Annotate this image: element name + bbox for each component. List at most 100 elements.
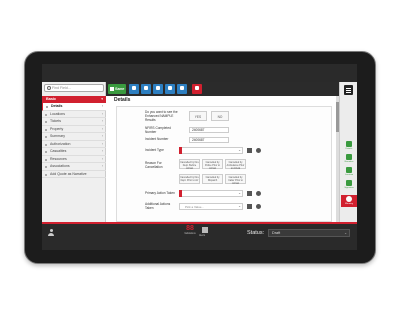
camera-button[interactable]	[177, 84, 187, 94]
chevron-right-icon: ›	[101, 119, 103, 123]
document-icon[interactable]	[344, 85, 353, 95]
rail-item-warning[interactable]: Warning	[341, 195, 357, 207]
reason-option[interactable]: Cancelled by Fire Dept. Before Arrival	[179, 159, 200, 170]
chevron-right-icon: ›	[101, 111, 103, 116]
clear-icon[interactable]	[256, 191, 261, 196]
reason-option[interactable]: Cancelled by Fire Dept. Prior to Arr	[179, 174, 200, 184]
nfirs-field[interactable]: 2400687	[189, 127, 229, 133]
sidebar-item-label: Casualties	[50, 149, 67, 153]
chevron-right-icon: ›	[101, 134, 103, 138]
form-icon	[346, 180, 352, 186]
upload-icon	[156, 86, 160, 90]
toolbar: Save	[106, 82, 339, 96]
details-panel: Details Do you want to see the Enhanced …	[108, 96, 336, 222]
upload-button[interactable]	[153, 84, 163, 94]
status-icon	[45, 166, 47, 168]
validation-count: 88	[186, 225, 194, 232]
search-input[interactable]: Find Field...	[44, 84, 104, 92]
chevron-down-icon: ⌄	[238, 204, 241, 208]
sidebar-item-label: Authorization	[50, 141, 71, 146]
sidebar-item-details[interactable]: Details ›	[42, 103, 106, 111]
chevron-down-icon: ⌄	[344, 231, 347, 235]
status-icon	[45, 151, 47, 153]
details-form: Do you want to see the Enhanced NAMPLE R…	[116, 106, 332, 222]
rail-item-label: Warning	[344, 203, 354, 205]
required-marker	[179, 147, 182, 154]
rail-item-location[interactable]: Location	[341, 166, 357, 178]
no-button[interactable]: NO	[211, 111, 229, 121]
chevron-right-icon: ›	[101, 104, 103, 108]
clear-icon[interactable]	[256, 204, 261, 209]
status-icon	[45, 113, 47, 116]
sidebar-item-locations[interactable]: Locations ›	[42, 111, 106, 118]
status-icon	[45, 121, 47, 123]
close-button[interactable]	[192, 84, 202, 94]
grid-icon[interactable]	[247, 204, 252, 209]
incident-type-label: Incident Type	[145, 148, 164, 152]
right-rail: Details Narrative Location Signature War…	[339, 82, 357, 222]
copy-icon	[132, 86, 136, 90]
alerts-icon[interactable]	[202, 227, 208, 233]
primary-action-select[interactable]: ⌄	[179, 190, 243, 197]
sidebar-item-casualties[interactable]: Casualties ›	[42, 148, 106, 156]
close-icon	[195, 86, 199, 90]
grid-icon[interactable]	[247, 148, 252, 153]
lock-button[interactable]	[141, 84, 151, 94]
sidebar-item-label: Summary	[50, 134, 65, 138]
reason-option[interactable]: Cancelled by Ambulance Prior to Arrival	[225, 159, 246, 170]
validation-counter[interactable]: 88 Validations	[183, 225, 197, 235]
print-icon	[168, 86, 172, 90]
reason-option[interactable]: Cancelled by Caller Prior to Arrival	[225, 174, 246, 185]
status-icon	[45, 158, 47, 161]
rail-item-narrative[interactable]: Narrative	[341, 153, 357, 165]
sidebar-item-resources[interactable]: Resources ›	[42, 156, 106, 163]
copy-button[interactable]	[129, 84, 139, 94]
sidebar-item-label: Tickets	[50, 119, 61, 123]
incident-type-select[interactable]: ⌄	[179, 147, 243, 154]
incident-number-label: Incident Number	[145, 137, 169, 141]
sidebar-item-summary[interactable]: Summary ›	[42, 133, 106, 141]
sidebar: Find Field... Basic ▾ Details › Locations…	[42, 82, 106, 222]
status-label: Status:	[247, 230, 265, 236]
sidebar-item-narrative[interactable]: Add Quote as Narrative	[42, 171, 106, 178]
form-icon	[346, 141, 352, 147]
additional-actions-select[interactable]: Pick a Value... ⌄	[179, 203, 243, 210]
sidebar-item-tickets[interactable]: Tickets ›	[42, 118, 106, 126]
reason-option[interactable]: Cancelled by Dispatch	[202, 174, 223, 184]
save-button[interactable]: Save	[108, 84, 126, 94]
status-value: Draft	[272, 231, 281, 235]
sidebar-item-label: Add Quote as Narrative	[50, 171, 87, 176]
sidebar-item-authorization[interactable]: Authorization ›	[42, 141, 106, 148]
search-icon	[46, 86, 51, 90]
camera-icon	[180, 86, 184, 90]
incident-number-field[interactable]: 2400687	[189, 137, 229, 143]
rail-item-label: Signature	[344, 187, 354, 189]
rail-item-signature[interactable]: Signature	[341, 179, 357, 191]
user-icon[interactable]	[48, 229, 54, 236]
sidebar-section-label: Basic	[46, 97, 57, 101]
yes-button[interactable]: YES	[189, 111, 207, 121]
chevron-down-icon: ▾	[101, 97, 103, 101]
sidebar-section-basic[interactable]: Basic ▾	[42, 96, 106, 103]
status-icon	[45, 173, 47, 176]
sidebar-item-label: Locations	[50, 111, 65, 116]
sidebar-item-label: Details	[51, 104, 63, 108]
grid-icon[interactable]	[247, 191, 252, 196]
sidebar-item-label: Associations	[50, 164, 70, 168]
sidebar-item-associations[interactable]: Associations ›	[42, 163, 106, 171]
status-select[interactable]: Draft ⌄	[268, 229, 350, 237]
rail-item-details[interactable]: Details	[341, 140, 357, 152]
warning-icon	[346, 196, 352, 202]
status-icon	[45, 136, 47, 138]
print-button[interactable]	[165, 84, 175, 94]
clear-icon[interactable]	[256, 148, 261, 153]
reason-label: Reason For Cancellation	[145, 161, 163, 169]
chevron-right-icon: ›	[101, 141, 103, 146]
status-icon	[45, 143, 47, 146]
rail-item-label: Details	[345, 148, 353, 150]
sidebar-item-property[interactable]: Property ›	[42, 126, 106, 133]
status-icon	[45, 128, 47, 131]
page-title: Details	[114, 97, 131, 103]
reason-option[interactable]: Cancelled by Police Prior to Arrival	[202, 159, 223, 170]
chevron-down-icon: ⌄	[238, 148, 241, 152]
